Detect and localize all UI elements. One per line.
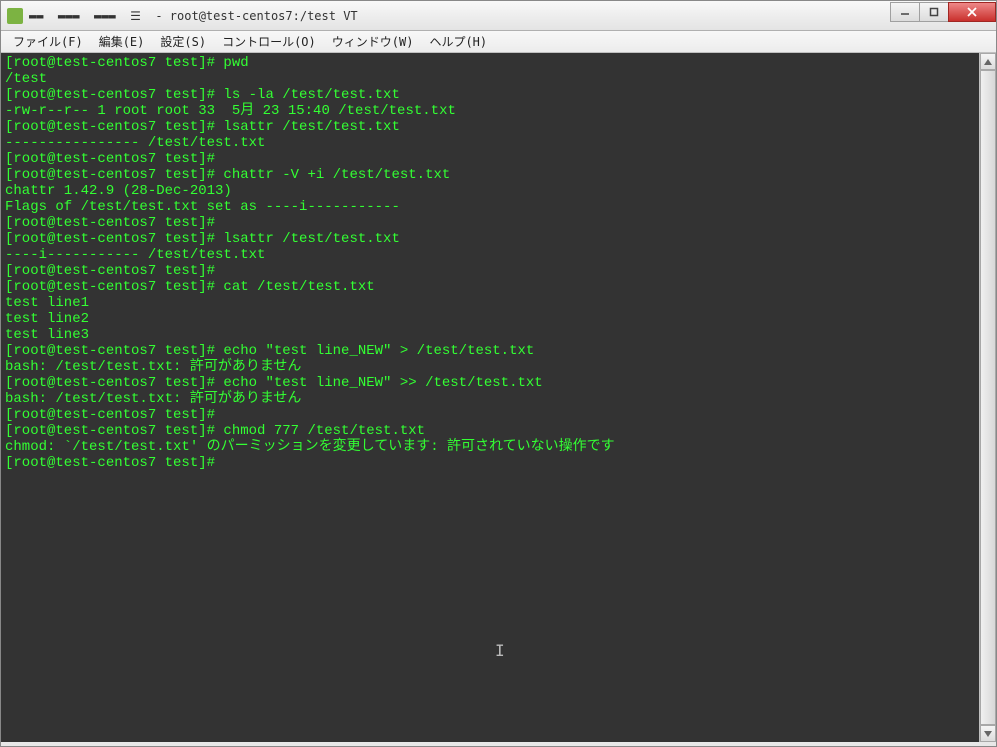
terminal-line: Flags of /test/test.txt set as ----i----…	[5, 199, 992, 215]
statusbar	[1, 742, 996, 746]
terminal-area: [root@test-centos7 test]# pwd/test[root@…	[1, 53, 996, 742]
menu-edit[interactable]: 編集(E)	[91, 31, 153, 52]
menu-setup[interactable]: 設定(S)	[152, 31, 214, 52]
terminal-line: [root@test-centos7 test]#	[5, 151, 992, 167]
terminal-line: test line3	[5, 327, 992, 343]
scroll-thumb[interactable]	[980, 70, 996, 725]
terminal-line: [root@test-centos7 test]# echo "test lin…	[5, 375, 992, 391]
terminal-line: [root@test-centos7 test]# chmod 777 /tes…	[5, 423, 992, 439]
menu-help[interactable]: ヘルプ(H)	[421, 31, 495, 52]
app-icon	[7, 8, 23, 24]
close-icon	[967, 7, 977, 17]
terminal-line: [root@test-centos7 test]# cat /test/test…	[5, 279, 992, 295]
terminal-line: [root@test-centos7 test]# pwd	[5, 55, 992, 71]
terminal-line: -rw-r--r-- 1 root root 33 5月 23 15:40 /t…	[5, 103, 992, 119]
terminal-line: [root@test-centos7 test]#	[5, 215, 992, 231]
menubar: ファイル(F) 編集(E) 設定(S) コントロール(O) ウィンドウ(W) ヘ…	[1, 31, 996, 53]
terminal-line: [root@test-centos7 test]# echo "test lin…	[5, 343, 992, 359]
chevron-down-icon	[984, 731, 992, 737]
maximize-icon	[929, 7, 939, 17]
terminal-line: bash: /test/test.txt: 許可がありません	[5, 359, 992, 375]
app-window: ▬▬ ▬▬▬ ▬▬▬ ☰ - root@test-centos7:/test V…	[0, 0, 997, 747]
menu-window[interactable]: ウィンドウ(W)	[324, 31, 422, 52]
titlebar[interactable]: ▬▬ ▬▬▬ ▬▬▬ ☰ - root@test-centos7:/test V…	[1, 1, 996, 31]
terminal-line: ---------------- /test/test.txt	[5, 135, 992, 151]
window-controls	[891, 2, 996, 24]
vertical-scrollbar[interactable]	[979, 53, 996, 742]
scroll-track[interactable]	[980, 70, 996, 725]
terminal-line: [root@test-centos7 test]#	[5, 407, 992, 423]
terminal-line: [root@test-centos7 test]#	[5, 455, 992, 471]
terminal-line: ----i----------- /test/test.txt	[5, 247, 992, 263]
terminal-line: [root@test-centos7 test]# lsattr /test/t…	[5, 231, 992, 247]
close-button[interactable]	[948, 2, 996, 22]
text-cursor-icon: I	[495, 641, 503, 657]
terminal-line: bash: /test/test.txt: 許可がありません	[5, 391, 992, 407]
chevron-up-icon	[984, 59, 992, 65]
maximize-button[interactable]	[919, 2, 949, 22]
scroll-down-button[interactable]	[980, 725, 996, 742]
minimize-icon	[900, 7, 910, 17]
menu-control[interactable]: コントロール(O)	[214, 31, 324, 52]
terminal-line: test line1	[5, 295, 992, 311]
terminal-line: /test	[5, 71, 992, 87]
terminal-line: chattr 1.42.9 (28-Dec-2013)	[5, 183, 992, 199]
terminal-line: [root@test-centos7 test]# ls -la /test/t…	[5, 87, 992, 103]
scroll-up-button[interactable]	[980, 53, 996, 70]
terminal[interactable]: [root@test-centos7 test]# pwd/test[root@…	[1, 53, 996, 473]
terminal-line: chmod: `/test/test.txt' のパーミッションを変更しています…	[5, 439, 992, 455]
terminal-line: test line2	[5, 311, 992, 327]
menu-file[interactable]: ファイル(F)	[5, 31, 91, 52]
terminal-line: [root@test-centos7 test]#	[5, 263, 992, 279]
terminal-line: [root@test-centos7 test]# lsattr /test/t…	[5, 119, 992, 135]
window-title: ▬▬ ▬▬▬ ▬▬▬ ☰ - root@test-centos7:/test V…	[29, 9, 891, 23]
minimize-button[interactable]	[890, 2, 920, 22]
terminal-line: [root@test-centos7 test]# chattr -V +i /…	[5, 167, 992, 183]
